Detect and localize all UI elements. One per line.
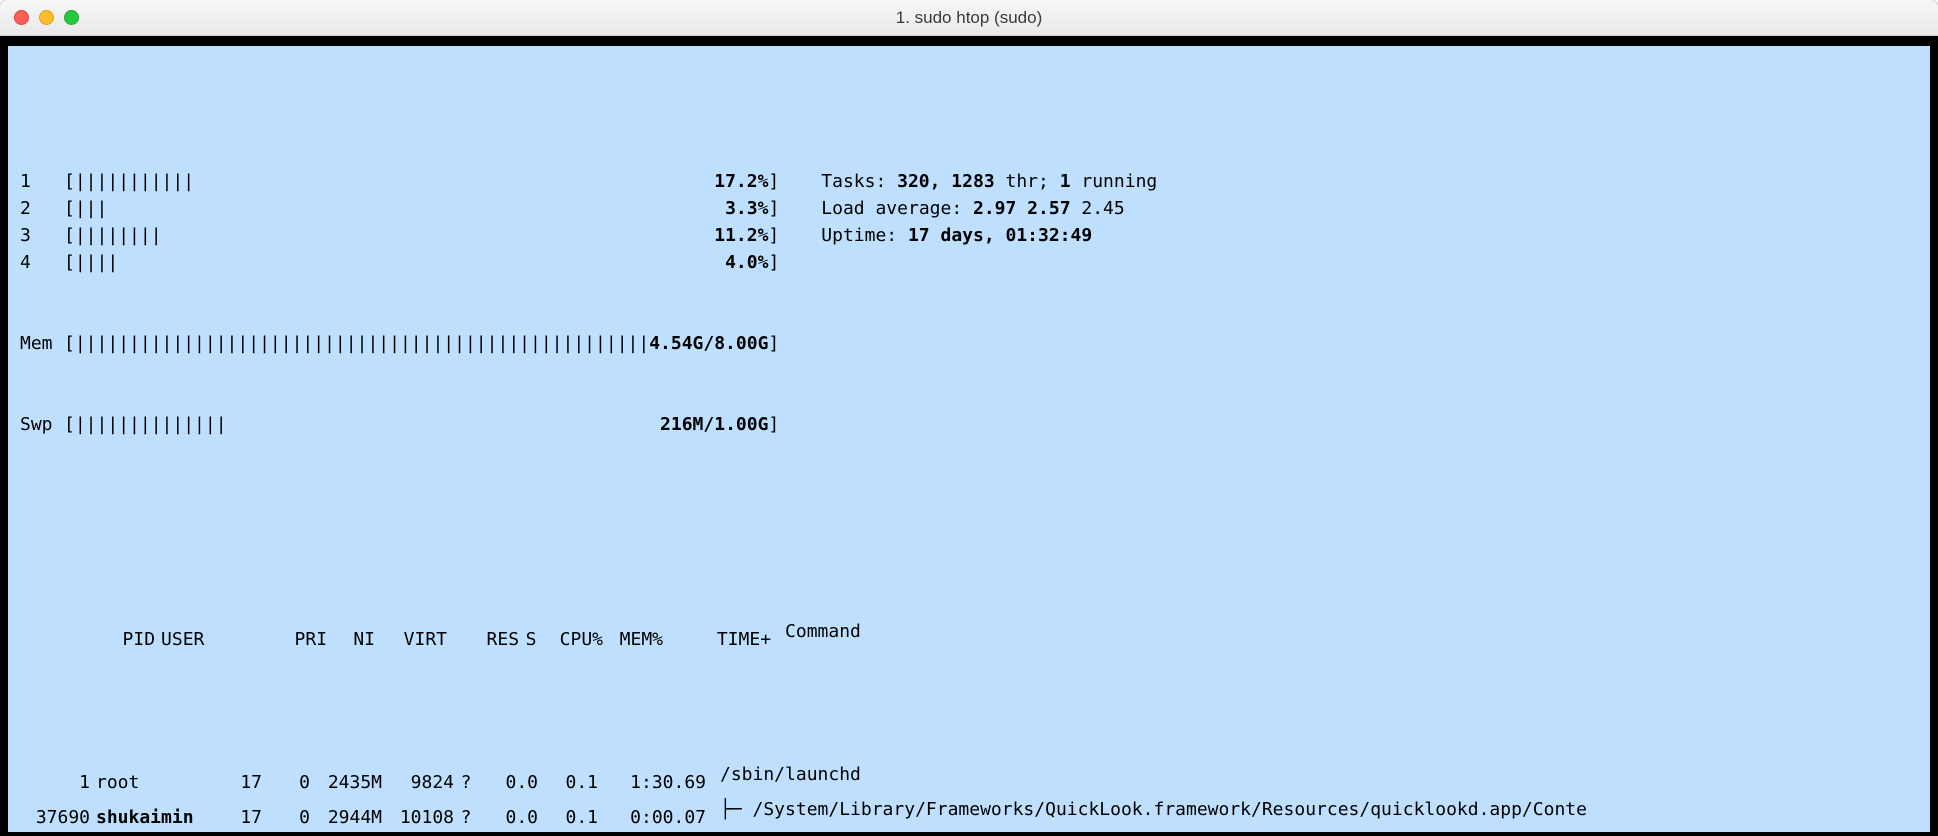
mem-bars: ||||||||||||||||||||||||||||||||||||||||… <box>75 330 649 357</box>
col-cmd[interactable]: Command <box>771 618 861 645</box>
cell-ni: 0 <box>262 769 310 796</box>
cpu-label: 1 <box>20 168 64 195</box>
load-values: 2.97 2.57 <box>973 198 1071 219</box>
uptime-value: 17 days, 01:32:49 <box>908 225 1092 246</box>
cell-mem: 0.1 <box>538 804 598 831</box>
col-ni[interactable]: NI <box>327 626 375 653</box>
cell-s: ? <box>454 769 478 796</box>
summary-line: Tasks: 320, 1283 thr; 1 running <box>821 168 1157 195</box>
close-icon[interactable] <box>14 10 29 25</box>
col-user[interactable]: USER <box>155 626 275 653</box>
table-row[interactable]: 1root1702435M9824?0.00.11:30.69/sbin/lau… <box>20 761 1918 796</box>
traffic-lights <box>14 10 79 25</box>
tasks-values: 320, 1283 <box>897 171 995 192</box>
cpu-meter-2: 2[||| 3.3%]Load average: 2.97 2.57 2.45 <box>20 195 1918 222</box>
cpu-bars: ||| <box>75 195 108 222</box>
mem-meter: Mem[||||||||||||||||||||||||||||||||||||… <box>20 330 1918 357</box>
col-time[interactable]: TIME+ <box>663 626 771 653</box>
window-title: 1. sudo htop (sudo) <box>0 8 1938 28</box>
cpu-value: 11.2% <box>714 222 768 249</box>
swp-meter: Swp[|||||||||||||| 216M/1.00G] <box>20 411 1918 438</box>
tasks-running: 1 <box>1060 171 1071 192</box>
cpu-label: 4 <box>20 249 64 276</box>
cell-virt: 2944M <box>310 804 382 831</box>
uptime-label: Uptime: <box>821 225 908 246</box>
cell-res: 10108 <box>382 804 454 831</box>
cell-ni: 0 <box>262 804 310 831</box>
cpu-label: 3 <box>20 222 64 249</box>
cpu-meter-1: 1[||||||||||| 17.2%]Tasks: 320, 1283 thr… <box>20 168 1918 195</box>
terminal-content[interactable]: 1[||||||||||| 17.2%]Tasks: 320, 1283 thr… <box>0 36 1938 836</box>
cpu-label: 2 <box>20 195 64 222</box>
cell-res: 9824 <box>382 769 454 796</box>
cell-pid: 1 <box>20 769 90 796</box>
cell-s: ? <box>454 804 478 831</box>
col-cpu[interactable]: CPU% <box>543 626 603 653</box>
swp-bars: |||||||||||||| <box>75 411 227 438</box>
load-label: Load average: <box>821 198 973 219</box>
meters-block: 1[||||||||||| 17.2%]Tasks: 320, 1283 thr… <box>20 114 1918 492</box>
table-row[interactable]: 37633shukaimin4002437M3944?0.00.00:00.03… <box>20 831 1918 836</box>
cpu-value: 3.3% <box>725 195 768 222</box>
cell-user: shukaimin <box>90 804 210 831</box>
terminal-window: 1. sudo htop (sudo) 1[||||||||||| 17.2%]… <box>0 0 1938 836</box>
cell-time: 1:30.69 <box>598 769 706 796</box>
cell-cmd: ├─ /System/Library/Frameworks/QuickLook.… <box>706 796 1587 823</box>
minimize-icon[interactable] <box>39 10 54 25</box>
cell-pri: 17 <box>210 804 262 831</box>
col-pid[interactable]: PID <box>85 626 155 653</box>
mem-label: Mem <box>20 330 64 357</box>
cpu-bars: ||||||||||| <box>75 168 194 195</box>
cell-virt: 2435M <box>310 769 382 796</box>
cell-mem: 0.1 <box>538 769 598 796</box>
cpu-bars: |||||||| <box>75 222 162 249</box>
col-res[interactable]: RES <box>447 626 519 653</box>
col-pri[interactable]: PRI <box>275 626 327 653</box>
cell-pri: 17 <box>210 769 262 796</box>
col-mem[interactable]: MEM% <box>603 626 663 653</box>
cell-pid: 37690 <box>20 804 90 831</box>
maximize-icon[interactable] <box>64 10 79 25</box>
window-titlebar[interactable]: 1. sudo htop (sudo) <box>0 0 1938 36</box>
cell-cpu: 0.0 <box>478 769 538 796</box>
cpu-meter-4: 4[|||| 4.0%] <box>20 249 1918 276</box>
cell-cpu: 0.0 <box>478 804 538 831</box>
tasks-label: Tasks: <box>821 171 897 192</box>
cpu-meter-3: 3[|||||||| 11.2%]Uptime: 17 days, 01:32:… <box>20 222 1918 249</box>
process-table-header[interactable]: PIDUSERPRINIVIRTRESSCPU%MEM%TIME+Command <box>20 591 1918 680</box>
cpu-value: 4.0% <box>725 249 768 276</box>
cell-cmd: ├─ /System/Library/Frameworks/AudioToolb… <box>706 831 1587 836</box>
cell-cmd: /sbin/launchd <box>706 761 861 788</box>
cell-time: 0:00.07 <box>598 804 706 831</box>
table-row[interactable]: 37690shukaimin1702944M10108?0.00.10:00.0… <box>20 796 1918 831</box>
cpu-bars: |||| <box>75 249 118 276</box>
swp-label: Swp <box>20 411 64 438</box>
cell-user: root <box>90 769 210 796</box>
col-virt[interactable]: VIRT <box>375 626 447 653</box>
summary-line: Load average: 2.97 2.57 2.45 <box>821 195 1124 222</box>
process-table-body: 1root1702435M9824?0.00.11:30.69/sbin/lau… <box>20 761 1918 836</box>
mem-value: 4.54G/8.00G <box>649 330 768 357</box>
swp-value: 216M/1.00G <box>660 411 768 438</box>
summary-line: Uptime: 17 days, 01:32:49 <box>821 222 1092 249</box>
cpu-value: 17.2% <box>714 168 768 195</box>
col-s[interactable]: S <box>519 626 543 653</box>
